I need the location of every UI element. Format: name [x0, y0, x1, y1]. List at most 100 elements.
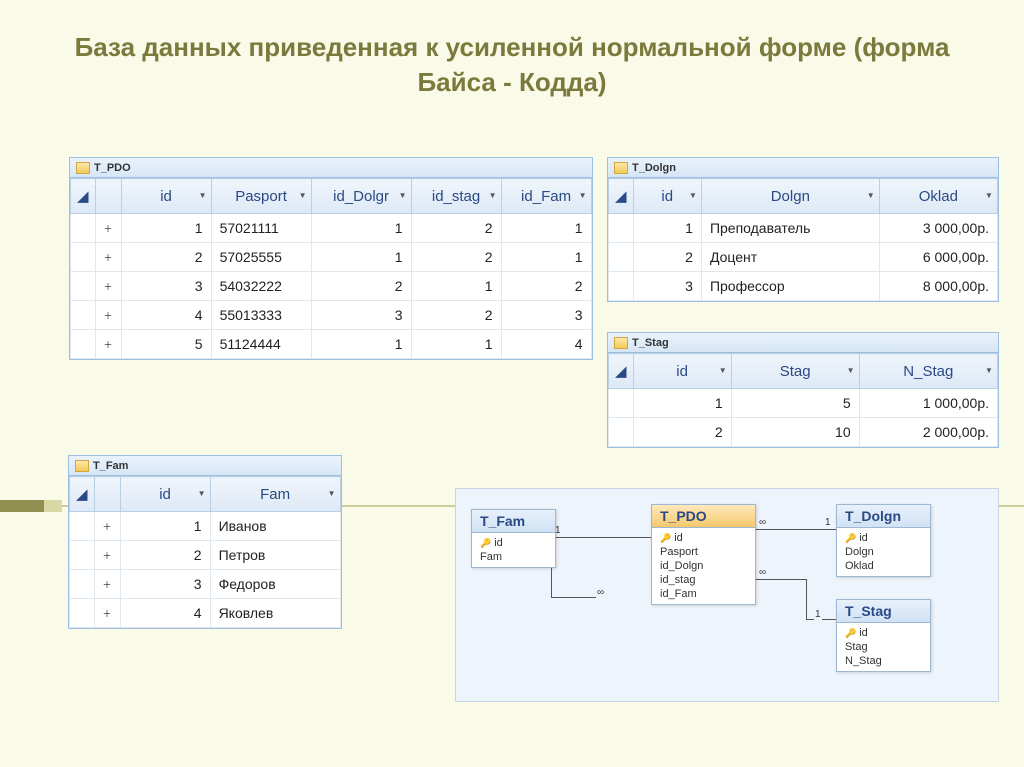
datasheet-fam[interactable]: ◢ id▼ Fam▼ ＋1Иванов ＋2Петров ＋3Федоров ＋…: [69, 476, 341, 628]
table-row[interactable]: ＋157021111121: [71, 214, 592, 243]
entity-field: id: [658, 531, 749, 545]
expand-icon[interactable]: ＋: [94, 570, 120, 599]
entity-field: Dolgn: [843, 545, 924, 559]
dropdown-icon[interactable]: ▼: [327, 489, 337, 499]
entity-fam[interactable]: T_Fam id Fam: [471, 509, 556, 568]
expand-icon[interactable]: ＋: [95, 243, 121, 272]
entity-title: T_PDO: [652, 505, 755, 528]
table-row[interactable]: 2102 000,00р.: [609, 418, 998, 447]
entity-field: N_Stag: [843, 654, 924, 668]
table-row[interactable]: ＋1Иванов: [70, 512, 341, 541]
table-row[interactable]: ＋2Петров: [70, 541, 341, 570]
expand-icon[interactable]: ＋: [94, 541, 120, 570]
table-row[interactable]: ＋354032222212: [71, 272, 592, 301]
dropdown-icon[interactable]: ▼: [984, 366, 994, 376]
row-selector-header[interactable]: ◢: [70, 477, 95, 512]
dropdown-icon[interactable]: ▼: [198, 191, 208, 201]
column-header[interactable]: Stag▼: [731, 354, 859, 389]
table-window-pdo: T_PDO ◢ id▼ Pasport▼ id_Dolgr▼ id_stag▼ …: [69, 157, 593, 360]
column-header[interactable]: id_stag▼: [411, 179, 501, 214]
dropdown-icon[interactable]: ▼: [984, 191, 994, 201]
table-row[interactable]: ＋3Федоров: [70, 570, 341, 599]
dropdown-icon[interactable]: ▼: [298, 191, 308, 201]
relation-line: [806, 579, 807, 619]
window-tab[interactable]: T_Dolgn: [608, 158, 998, 178]
expand-header: [95, 179, 121, 214]
expand-icon[interactable]: ＋: [95, 214, 121, 243]
window-tab[interactable]: T_Stag: [608, 333, 998, 353]
expand-icon[interactable]: ＋: [95, 330, 121, 359]
entity-field: id: [843, 531, 924, 545]
relation-line: [756, 579, 806, 580]
table-window-stag: T_Stag ◢ id▼ Stag▼ N_Stag▼ 151 000,00р. …: [607, 332, 999, 448]
relation-label-one: 1: [814, 609, 822, 620]
datasheet-icon: [75, 460, 89, 472]
relation-label-one: 1: [824, 517, 832, 528]
expand-icon[interactable]: ＋: [94, 512, 120, 541]
dropdown-icon[interactable]: ▼: [846, 366, 856, 376]
relationship-diagram[interactable]: 1 ∞ ∞ 1 ∞ 1 T_Fam id Fam T_PDO id Paspor…: [455, 488, 999, 702]
table-row[interactable]: ＋455013333323: [71, 301, 592, 330]
datasheet-pdo[interactable]: ◢ id▼ Pasport▼ id_Dolgr▼ id_stag▼ id_Fam…: [70, 178, 592, 359]
row-selector-header[interactable]: ◢: [609, 179, 634, 214]
relation-label-many: ∞: [596, 587, 605, 598]
expand-icon[interactable]: ＋: [94, 599, 120, 628]
entity-title: T_Stag: [837, 600, 930, 623]
expand-icon[interactable]: ＋: [95, 272, 121, 301]
column-header[interactable]: id▼: [633, 179, 701, 214]
column-header[interactable]: id▼: [120, 477, 210, 512]
dropdown-icon[interactable]: ▼: [718, 366, 728, 376]
relation-line: [551, 597, 596, 598]
column-header[interactable]: Fam▼: [210, 477, 340, 512]
entity-field: Oklad: [843, 559, 924, 573]
window-tab-title: T_Fam: [93, 460, 128, 472]
datasheet-icon: [614, 162, 628, 174]
entity-field: Stag: [843, 640, 924, 654]
column-header[interactable]: id_Dolgr▼: [311, 179, 411, 214]
dropdown-icon[interactable]: ▼: [578, 191, 588, 201]
window-tab[interactable]: T_Fam: [69, 456, 341, 476]
column-header[interactable]: id▼: [121, 179, 211, 214]
dropdown-icon[interactable]: ▼: [688, 191, 698, 201]
dropdown-icon[interactable]: ▼: [866, 191, 876, 201]
expand-icon[interactable]: ＋: [95, 301, 121, 330]
table-row[interactable]: 1Преподаватель3 000,00р.: [609, 214, 998, 243]
table-row[interactable]: 151 000,00р.: [609, 389, 998, 418]
row-selector-header[interactable]: ◢: [71, 179, 96, 214]
window-tab-title: T_Stag: [632, 337, 669, 349]
table-row[interactable]: 2Доцент6 000,00р.: [609, 243, 998, 272]
column-header[interactable]: Dolgn▼: [701, 179, 879, 214]
table-row[interactable]: ＋4Яковлев: [70, 599, 341, 628]
table-window-dolgn: T_Dolgn ◢ id▼ Dolgn▼ Oklad▼ 1Преподавате…: [607, 157, 999, 302]
relation-label-many: ∞: [758, 567, 767, 578]
dropdown-icon[interactable]: ▼: [197, 489, 207, 499]
entity-field: id_Fam: [658, 587, 749, 601]
column-header[interactable]: Pasport▼: [211, 179, 311, 214]
dropdown-icon[interactable]: ▼: [398, 191, 408, 201]
entity-field: id: [478, 536, 549, 550]
datasheet-dolgn[interactable]: ◢ id▼ Dolgn▼ Oklad▼ 1Преподаватель3 000,…: [608, 178, 998, 301]
table-row[interactable]: 3Профессор8 000,00р.: [609, 272, 998, 301]
column-header[interactable]: N_Stag▼: [859, 354, 997, 389]
relation-label-many: ∞: [758, 517, 767, 528]
entity-field: id_Dolgn: [658, 559, 749, 573]
table-window-fam: T_Fam ◢ id▼ Fam▼ ＋1Иванов ＋2Петров ＋3Фед…: [68, 455, 342, 629]
table-row[interactable]: ＋551124444114: [71, 330, 592, 359]
entity-field: Fam: [478, 550, 549, 564]
column-header[interactable]: Oklad▼: [879, 179, 997, 214]
row-selector-header[interactable]: ◢: [609, 354, 634, 389]
entity-pdo[interactable]: T_PDO id Pasport id_Dolgn id_stag id_Fam: [651, 504, 756, 605]
datasheet-icon: [614, 337, 628, 349]
column-header[interactable]: id_Fam▼: [501, 179, 591, 214]
entity-stag[interactable]: T_Stag id Stag N_Stag: [836, 599, 931, 672]
page-title: База данных приведенная к усиленной норм…: [0, 0, 1024, 120]
entity-field: id_stag: [658, 573, 749, 587]
expand-header: [94, 477, 120, 512]
datasheet-stag[interactable]: ◢ id▼ Stag▼ N_Stag▼ 151 000,00р. 2102 00…: [608, 353, 998, 447]
window-tab[interactable]: T_PDO: [70, 158, 592, 178]
table-row[interactable]: ＋257025555121: [71, 243, 592, 272]
dropdown-icon[interactable]: ▼: [488, 191, 498, 201]
entity-dolgn[interactable]: T_Dolgn id Dolgn Oklad: [836, 504, 931, 577]
entity-title: T_Dolgn: [837, 505, 930, 528]
column-header[interactable]: id▼: [633, 354, 731, 389]
